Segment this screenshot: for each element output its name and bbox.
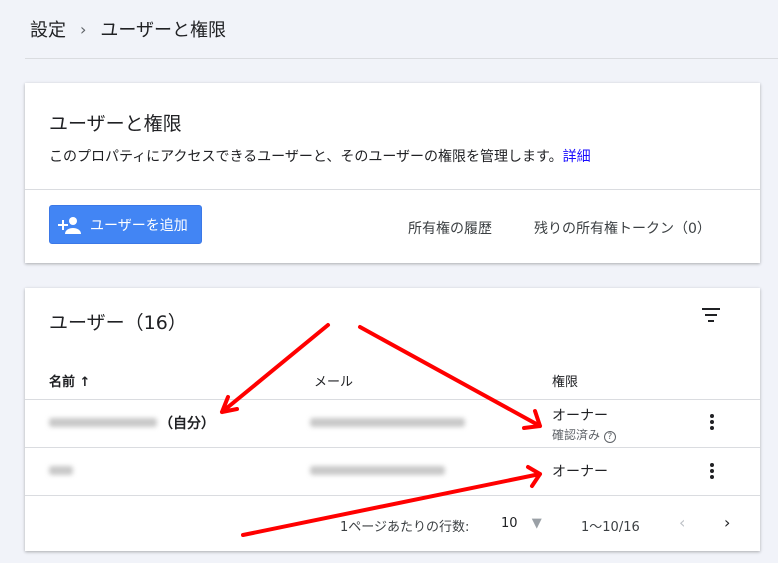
status: 確認済み ? [552,426,616,443]
sort-arrow-icon: ↑ [79,375,91,390]
rows-per-page-value: 10 [501,516,518,531]
add-user-button[interactable]: ユーザーを追加 [49,205,202,244]
card-title: ユーザーと権限 [49,113,182,135]
breadcrumb-settings[interactable]: 設定 [30,16,66,42]
more-vert-icon[interactable] [710,463,714,481]
column-name[interactable]: 名前 ↑ [49,371,90,390]
breadcrumb-current: ユーザーと権限 [100,20,227,41]
rows-per-page-label: 1ページあたりの行数: [340,520,470,535]
rows-per-page-select[interactable]: 10 ▼ [501,516,542,531]
chevron-right-icon: › [80,19,87,39]
divider [25,189,760,190]
users-title: ユーザー（16） [49,312,187,334]
divider [25,495,760,496]
users-list-card: ユーザー（16） 名前 ↑ メール 権限 （自分） オーナー 確認済み ? オー… [25,288,760,551]
add-user-label: ユーザーを追加 [90,217,188,234]
role: オーナー [552,408,608,424]
breadcrumb: 設定 › ユーザーと権限 [30,16,226,42]
email-redacted [310,418,465,427]
dropdown-icon: ▼ [531,516,542,531]
next-page-icon[interactable]: › [724,513,730,532]
more-vert-icon[interactable] [710,414,714,432]
self-label: （自分） [159,416,215,432]
column-name-label: 名前 [49,375,76,390]
table-row[interactable]: （自分） オーナー 確認済み ? [25,399,760,447]
table-row[interactable]: オーナー [25,447,760,495]
email-redacted [310,466,445,475]
status-text: 確認済み [552,428,601,442]
description-text: このプロパティにアクセスできるユーザーと、そのユーザーの権限を管理します。 [49,149,563,165]
ownership-history-button[interactable]: 所有権の履歴 [408,218,492,238]
name-redacted [49,466,73,475]
page-range: 1〜10/16 [581,520,640,535]
details-link[interactable]: 詳細 [563,149,591,165]
role: オーナー [552,464,608,480]
card-description: このプロパティにアクセスできるユーザーと、そのユーザーの権限を管理します。詳細 [49,146,591,166]
name-redacted [49,418,157,427]
divider [25,58,778,59]
remaining-tokens-button[interactable]: 残りの所有権トークン（0） [534,218,711,238]
prev-page-icon[interactable]: ‹ [679,513,685,532]
person-add-icon [58,216,81,234]
help-icon[interactable]: ? [603,431,616,443]
column-role[interactable]: 権限 [552,371,578,390]
users-permissions-card: ユーザーと権限 このプロパティにアクセスできるユーザーと、そのユーザーの権限を管… [25,83,760,263]
column-email[interactable]: メール [314,371,353,390]
filter-icon[interactable] [701,308,721,326]
